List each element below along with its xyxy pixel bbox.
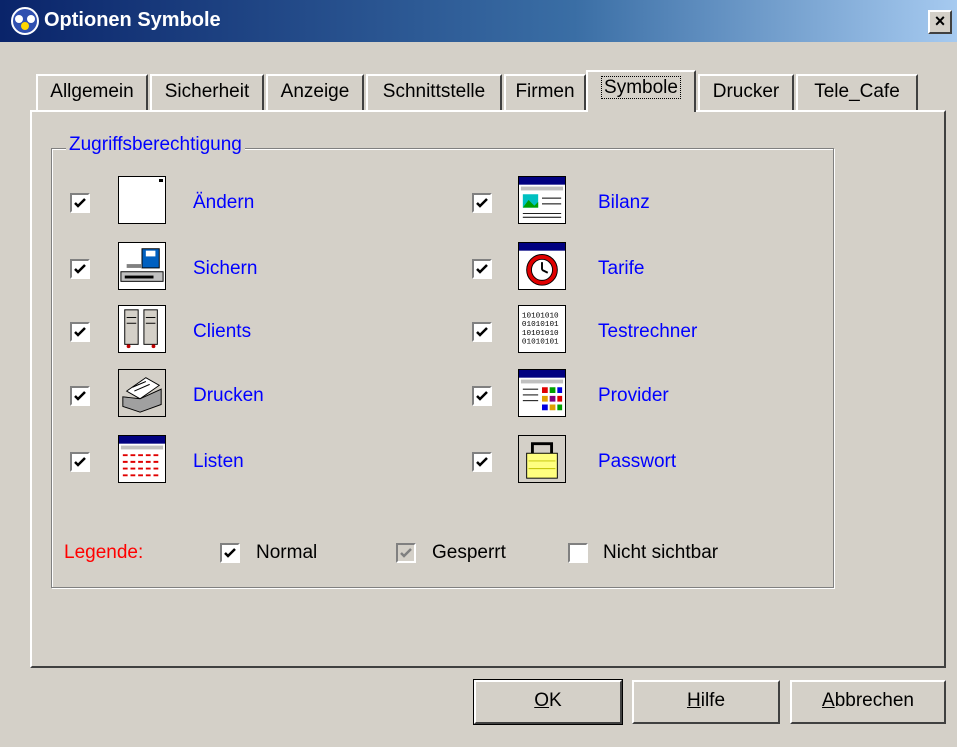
group-label: Zugriffsberechtigung xyxy=(66,134,245,156)
tab-allgemein[interactable]: Allgemein xyxy=(36,74,148,110)
app-icon xyxy=(11,7,39,35)
tab-symbole[interactable]: Symbole xyxy=(586,70,696,112)
close-button[interactable]: × xyxy=(928,10,952,34)
title-bar: Optionen Symbole × xyxy=(0,0,957,42)
tab-drucker[interactable]: Drucker xyxy=(698,74,794,110)
help-button[interactable]: Hilfe xyxy=(632,680,780,724)
window-title: Optionen Symbole xyxy=(44,9,221,31)
tab-panel xyxy=(30,110,946,668)
cancel-button[interactable]: Abbrechen xyxy=(790,680,946,724)
tab-firmen[interactable]: Firmen xyxy=(504,74,586,110)
tab-anzeige[interactable]: Anzeige xyxy=(266,74,364,110)
tab-tele-cafe[interactable]: Tele_Cafe xyxy=(796,74,918,110)
tab-schnittstelle[interactable]: Schnittstelle xyxy=(366,74,502,110)
tab-sicherheit[interactable]: Sicherheit xyxy=(150,74,264,110)
ok-button[interactable]: OK xyxy=(473,679,623,725)
